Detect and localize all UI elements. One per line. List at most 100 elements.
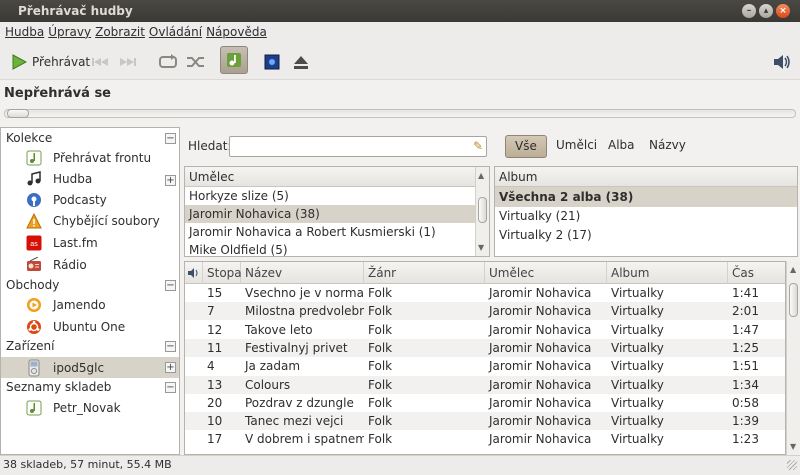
album-column-header[interactable]: Album xyxy=(495,167,797,187)
expand-music-button[interactable]: + xyxy=(165,175,176,186)
table-row[interactable]: 11 Festivalnyj privet Folk Jaromir Nohavica… xyxy=(185,338,785,357)
ubuntu-one-icon xyxy=(25,318,43,336)
artist-cell: Jaromir Nohavica xyxy=(489,432,592,447)
table-row[interactable]: 17 V dobrem i spatnem Folk Jaromir Nohavica… xyxy=(185,430,785,448)
eject-button[interactable] xyxy=(292,50,310,74)
now-playing-column-header[interactable] xyxy=(185,262,203,284)
menu-hudba[interactable]: Hudba xyxy=(4,22,47,42)
artist-row[interactable]: Jaromir Nohavica a Robert Kusmierski (1) xyxy=(185,223,489,241)
sidebar-section-obchody[interactable]: Obchody xyxy=(6,278,59,292)
title-cell: Ja zadam xyxy=(245,359,301,374)
collapse-kolekce-button[interactable]: − xyxy=(165,133,176,144)
repeat-button[interactable] xyxy=(157,50,179,74)
artist-scroll-thumb[interactable] xyxy=(478,197,487,223)
column-header-title[interactable]: Název xyxy=(241,262,364,284)
column-header-time[interactable]: Čas xyxy=(728,262,785,284)
track-number-cell: 11 xyxy=(207,340,223,355)
sidebar-item-jamendo[interactable]: Jamendo xyxy=(1,294,179,315)
column-header-album[interactable]: Album xyxy=(607,262,728,284)
column-header-artist[interactable]: Umělec xyxy=(485,262,607,284)
title-cell: Tanec mezi vejci xyxy=(245,414,344,429)
sidebar-section-playlists[interactable]: Seznamy skladeb xyxy=(6,380,111,394)
table-row[interactable]: 12 Takove leto Folk Jaromir Nohavica Virtual… xyxy=(185,321,785,339)
sidebar-item-podcasts[interactable]: Podcasty xyxy=(1,189,179,210)
search-input[interactable]: ✎ xyxy=(229,136,487,157)
sidebar-item-playlist[interactable]: Petr_Novak xyxy=(1,397,179,418)
column-header-track[interactable]: Stopa xyxy=(203,262,242,284)
menu-zobrazit[interactable]: Zobrazit xyxy=(94,22,148,42)
time-cell: 0:58 xyxy=(732,395,759,410)
radio-icon xyxy=(25,256,43,274)
artist-cell: Jaromir Nohavica xyxy=(489,359,592,374)
sidebar-item-label: Jamendo xyxy=(53,297,106,312)
collapse-zarizeni-button[interactable]: − xyxy=(165,341,176,352)
play-button[interactable]: Přehrávat xyxy=(10,50,90,74)
seek-slider[interactable] xyxy=(4,109,796,118)
sidebar-item-lastfm[interactable]: as Last.fm xyxy=(1,232,179,253)
scroll-up-icon[interactable]: ▲ xyxy=(790,265,796,274)
sidebar-item-missing-files[interactable]: Chybějící soubory xyxy=(1,210,179,231)
menu-bar: Hudba Úpravy Zobrazit Ovládání Nápověda xyxy=(0,22,800,42)
track-list-scrollbar[interactable]: ▲ ▼ xyxy=(786,261,800,455)
scroll-down-icon[interactable]: ▼ xyxy=(790,442,796,451)
collapse-playlists-button[interactable]: − xyxy=(165,382,176,393)
table-row[interactable]: 13 Colours Folk Jaromir Nohavica Virtualky 1:… xyxy=(185,375,785,394)
visualization-button[interactable] xyxy=(263,50,281,74)
previous-button[interactable] xyxy=(90,50,110,74)
filter-albums-button[interactable]: Alba xyxy=(599,135,644,158)
artist-row[interactable]: Mike Oldfield (5) xyxy=(185,241,489,256)
close-button[interactable]: × xyxy=(776,4,790,18)
menu-upravy[interactable]: Úpravy xyxy=(47,22,94,42)
table-row[interactable]: 4 Ja zadam Folk Jaromir Nohavica Virtualky 1:… xyxy=(185,357,785,375)
browse-toggle-button[interactable] xyxy=(220,46,248,74)
track-scroll-thumb[interactable] xyxy=(789,283,798,317)
artist-scrollbar[interactable]: ▲ ▼ xyxy=(475,167,489,256)
menu-ovladani[interactable]: Ovládání xyxy=(148,22,205,42)
filter-artists-button[interactable]: Umělci xyxy=(547,135,606,158)
artist-column-header[interactable]: Umělec xyxy=(185,167,475,187)
expand-ipod-button[interactable]: + xyxy=(165,362,176,373)
track-number-cell: 7 xyxy=(207,304,215,319)
maximize-button[interactable]: ▴ xyxy=(759,4,773,18)
time-cell: 2:01 xyxy=(732,304,759,319)
album-row[interactable]: Virtualky (21) xyxy=(495,207,797,226)
genre-cell: Folk xyxy=(368,359,393,374)
next-button[interactable] xyxy=(118,50,138,74)
volume-button[interactable] xyxy=(772,50,792,74)
search-label: Hledat: xyxy=(188,139,232,153)
minimize-button[interactable]: – xyxy=(742,4,756,18)
filter-titles-button[interactable]: Názvy xyxy=(640,135,695,158)
column-header-genre[interactable]: Žánr xyxy=(364,262,485,284)
table-row[interactable]: 20 Pozdrav z dzungle Folk Jaromir Nohavica V… xyxy=(185,394,785,412)
sidebar-item-music[interactable]: Hudba xyxy=(1,168,179,189)
genre-cell: Folk xyxy=(368,286,393,300)
seek-handle[interactable] xyxy=(7,109,29,118)
scroll-up-icon[interactable]: ▲ xyxy=(478,171,484,180)
sidebar-section-zarizeni[interactable]: Zařízení xyxy=(6,339,54,353)
album-cell: Virtualky xyxy=(611,359,664,374)
sidebar-item-ipod[interactable]: ipod5glc xyxy=(1,357,179,378)
clear-search-icon[interactable]: ✎ xyxy=(473,139,483,153)
album-cell: Virtualky xyxy=(611,322,664,337)
sidebar-item-play-queue[interactable]: Přehrávat frontu xyxy=(1,147,179,168)
album-row[interactable]: Všechna 2 alba (38) xyxy=(495,187,797,207)
menu-napoveda[interactable]: Nápověda xyxy=(205,22,270,42)
table-row[interactable]: 15 Vsechno je v normalu Folk Jaromir Nohavi… xyxy=(185,284,785,302)
artist-row[interactable]: Jaromir Nohavica (38) xyxy=(185,205,475,223)
sidebar-item-label: Hudba xyxy=(53,171,93,186)
collapse-obchody-button[interactable]: − xyxy=(165,280,176,291)
sidebar-item-radio[interactable]: Rádio xyxy=(1,254,179,275)
time-cell: 1:51 xyxy=(732,359,759,374)
album-row[interactable]: Virtualky 2 (17) xyxy=(495,226,797,245)
artist-row[interactable]: Horkyze slize (5) xyxy=(185,187,489,205)
resize-grip[interactable] xyxy=(787,460,797,470)
filter-all-button[interactable]: Vše xyxy=(505,135,547,158)
table-row[interactable]: 10 Tanec mezi vejci Folk Jaromir Nohavica Vi… xyxy=(185,412,785,431)
title-cell: V dobrem i spatnem xyxy=(245,432,364,447)
scroll-down-icon[interactable]: ▼ xyxy=(478,243,484,252)
sidebar-section-kolekce[interactable]: Kolekce xyxy=(6,131,52,145)
shuffle-button[interactable] xyxy=(185,50,207,74)
speaker-icon xyxy=(188,268,198,278)
sidebar-item-ubuntu-one[interactable]: Ubuntu One xyxy=(1,316,179,337)
table-row[interactable]: 7 Milostna predvolebni Folk Jaromir Nohavic… xyxy=(185,302,785,321)
